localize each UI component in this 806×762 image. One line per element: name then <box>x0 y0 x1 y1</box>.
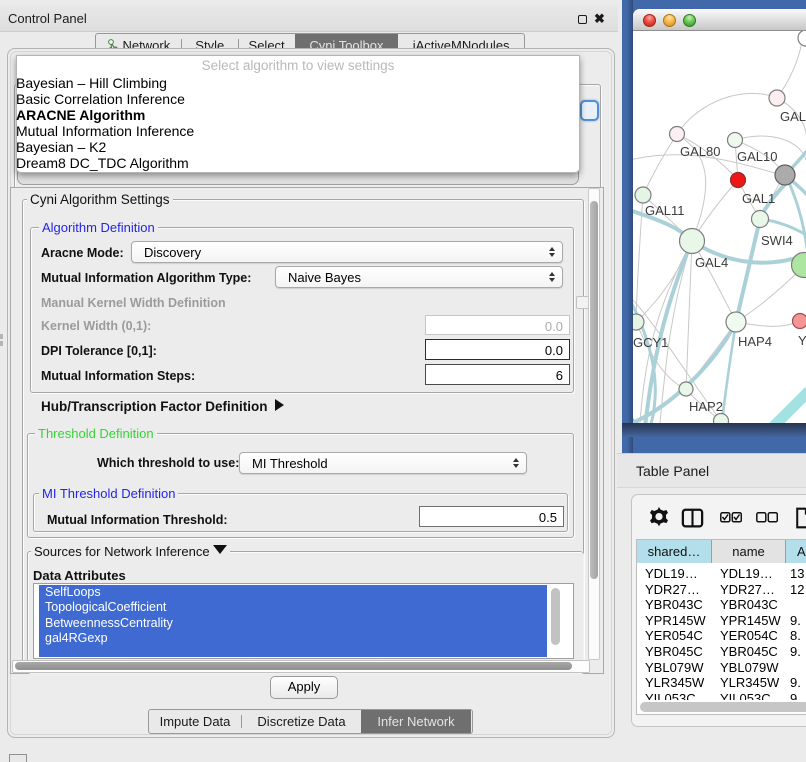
svg-text:GAL11: GAL11 <box>645 203 685 218</box>
svg-text:GCY1: GCY1 <box>633 335 668 350</box>
svg-text:HAP2: HAP2 <box>689 399 723 414</box>
svg-text:GAL4: GAL4 <box>695 255 728 270</box>
svg-text:GAL: GAL <box>780 109 806 124</box>
svg-text:GAL1: GAL1 <box>742 191 775 206</box>
svg-text:GAL10: GAL10 <box>737 149 777 164</box>
svg-text:SWI4: SWI4 <box>761 233 793 248</box>
svg-text:Y: Y <box>798 333 806 348</box>
svg-text:HAP4: HAP4 <box>738 334 772 349</box>
svg-text:GAL80: GAL80 <box>680 144 720 159</box>
